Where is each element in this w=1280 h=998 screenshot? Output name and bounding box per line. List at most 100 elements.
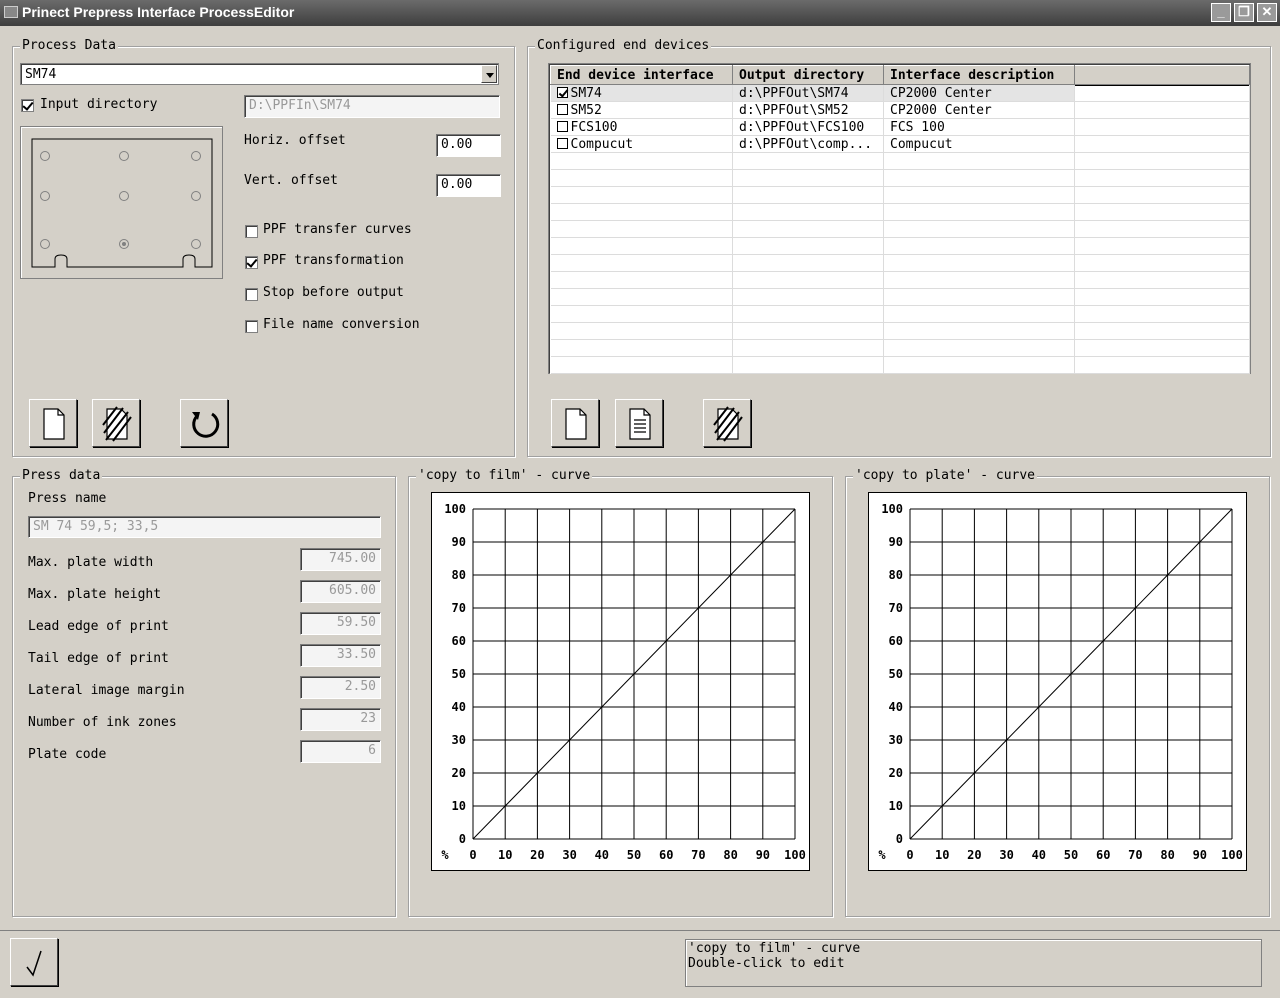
horiz-offset-label: Horiz. offset — [244, 133, 346, 148]
x-tick-label: 60 — [1096, 848, 1110, 862]
vert-offset-label: Vert. offset — [244, 173, 338, 188]
table-cell[interactable]: CP2000 Center — [883, 101, 1075, 119]
table-row[interactable]: SM52 d:\PPFOut\SM52 CP2000 Center — [550, 101, 1250, 119]
ppf-transfer-curves-label: PPF transfer curves — [263, 222, 412, 237]
x-tick-label: 10 — [935, 848, 949, 862]
anchor-bottom-center[interactable] — [119, 239, 129, 249]
new-document-icon — [565, 408, 587, 440]
table-cell — [732, 237, 884, 255]
row-checkbox[interactable] — [556, 120, 568, 132]
table-cell[interactable]: Compucut — [883, 135, 1075, 153]
table-cell[interactable]: d:\PPFOut\comp... — [732, 135, 884, 153]
table-cell[interactable]: Compucut — [550, 135, 733, 153]
delete-process-button[interactable] — [92, 399, 140, 447]
copy-to-film-chart[interactable]: 0 10 20 30 40 50 60 70 80 90 100 0 10 20 30 40 50 60 70 80 9… — [431, 492, 810, 871]
empty-table-row — [550, 322, 1250, 340]
press-name-field[interactable]: SM 74 59,5; 33,5 — [28, 516, 381, 538]
table-cell[interactable]: d:\PPFOut\FCS100 — [732, 118, 884, 136]
table-cell — [1074, 339, 1250, 357]
ok-button[interactable] — [10, 938, 58, 986]
table-cell — [1074, 152, 1250, 170]
table-cell — [732, 339, 884, 357]
anchor-bottom-left[interactable] — [40, 239, 50, 249]
plate-code-field[interactable]: 6 — [300, 740, 381, 763]
table-cell[interactable]: SM74 — [550, 84, 733, 102]
chevron-down-icon[interactable] — [481, 65, 497, 83]
ppf-transformation-checkbox[interactable] — [245, 256, 258, 269]
x-tick-label: 80 — [1160, 848, 1174, 862]
table-cell — [883, 203, 1075, 221]
row-checkbox[interactable] — [556, 137, 568, 149]
column-header-interface[interactable]: End device interface — [550, 65, 733, 85]
anchor-middle-left[interactable] — [40, 191, 50, 201]
anchor-top-center[interactable] — [119, 151, 129, 161]
max-plate-width-label: Max. plate width — [28, 555, 154, 570]
lead-edge-field[interactable]: 59.50 — [300, 612, 381, 635]
new-process-button[interactable] — [29, 399, 77, 447]
stop-before-output-label: Stop before output — [263, 285, 404, 300]
table-cell — [1074, 237, 1250, 255]
table-cell — [732, 203, 884, 221]
table-cell[interactable]: FCS 100 — [883, 118, 1075, 136]
empty-table-row — [550, 152, 1250, 170]
maximize-button[interactable]: ❐ — [1234, 3, 1254, 22]
refresh-button[interactable] — [180, 399, 228, 447]
table-cell — [1074, 135, 1250, 153]
empty-table-row — [550, 305, 1250, 323]
table-cell[interactable]: FCS100 — [550, 118, 733, 136]
table-cell — [550, 186, 733, 204]
table-cell[interactable]: CP2000 Center — [883, 84, 1075, 102]
y-tick-label: 90 — [452, 535, 466, 549]
table-row[interactable]: FCS100 d:\PPFOut\FCS100 FCS 100 — [550, 118, 1250, 136]
anchor-middle-right[interactable] — [191, 191, 201, 201]
column-header-description[interactable]: Interface description — [883, 65, 1075, 85]
anchor-middle-center[interactable] — [119, 191, 129, 201]
press-name-label: Press name — [28, 491, 107, 506]
table-cell — [732, 322, 884, 340]
lateral-margin-field[interactable]: 2.50 — [300, 676, 381, 699]
device-properties-button[interactable] — [615, 399, 663, 447]
close-button[interactable]: ✕ — [1257, 3, 1277, 22]
max-plate-width-field[interactable]: 745.00 — [300, 548, 381, 571]
row-checkbox[interactable] — [556, 86, 568, 98]
table-cell[interactable]: d:\PPFOut\SM52 — [732, 101, 884, 119]
y-tick-label: 10 — [889, 799, 903, 813]
anchor-top-right[interactable] — [191, 151, 201, 161]
column-header-output[interactable]: Output directory — [732, 65, 884, 85]
copy-to-plate-chart[interactable]: 0 10 20 30 40 50 60 70 80 90 100 0 10 20 30 40 50 60 70 80 9… — [868, 492, 1247, 871]
status-message-box: 'copy to film' - curve Double-click to e… — [685, 939, 1262, 987]
input-directory-checkbox[interactable] — [21, 99, 34, 112]
horiz-offset-field[interactable]: 0.00 — [436, 134, 501, 157]
table-cell — [883, 220, 1075, 238]
ink-zones-field[interactable]: 23 — [300, 708, 381, 731]
stop-before-output-checkbox[interactable] — [245, 288, 258, 301]
tail-edge-field[interactable]: 33.50 — [300, 644, 381, 667]
anchor-bottom-right[interactable] — [191, 239, 201, 249]
vert-offset-field[interactable]: 0.00 — [436, 174, 501, 197]
table-cell — [1074, 186, 1250, 204]
minimize-button[interactable]: _ — [1211, 3, 1231, 22]
file-name-conversion-checkbox[interactable] — [245, 320, 258, 333]
lateral-margin-label: Lateral image margin — [28, 683, 185, 698]
process-select[interactable]: SM74 — [20, 63, 499, 85]
table-cell[interactable]: SM52 — [550, 101, 733, 119]
title-bar: Prinect Prepress Interface ProcessEditor… — [0, 0, 1280, 26]
column-header-empty — [1074, 65, 1250, 85]
process-data-title: Process Data — [20, 38, 118, 54]
row-checkbox[interactable] — [556, 103, 568, 115]
anchor-top-left[interactable] — [40, 151, 50, 161]
table-row[interactable]: SM74 d:\PPFOut\SM74 CP2000 Center — [550, 84, 1250, 102]
max-plate-height-field[interactable]: 605.00 — [300, 580, 381, 603]
empty-table-row — [550, 288, 1250, 306]
delete-device-button[interactable] — [703, 399, 751, 447]
table-row[interactable]: Compucut d:\PPFOut\comp... Compucut — [550, 135, 1250, 153]
table-cell[interactable]: d:\PPFOut\SM74 — [732, 84, 884, 102]
x-tick-label: 0 — [469, 848, 476, 862]
y-tick-label: 0 — [896, 832, 903, 846]
ppf-transfer-curves-checkbox[interactable] — [245, 225, 258, 238]
new-device-button[interactable] — [551, 399, 599, 447]
input-directory-label: Input directory — [40, 97, 158, 112]
input-directory-field[interactable]: D:\PPFIn\SM74 — [244, 95, 500, 118]
empty-table-row — [550, 220, 1250, 238]
anchor-selector — [20, 126, 223, 279]
